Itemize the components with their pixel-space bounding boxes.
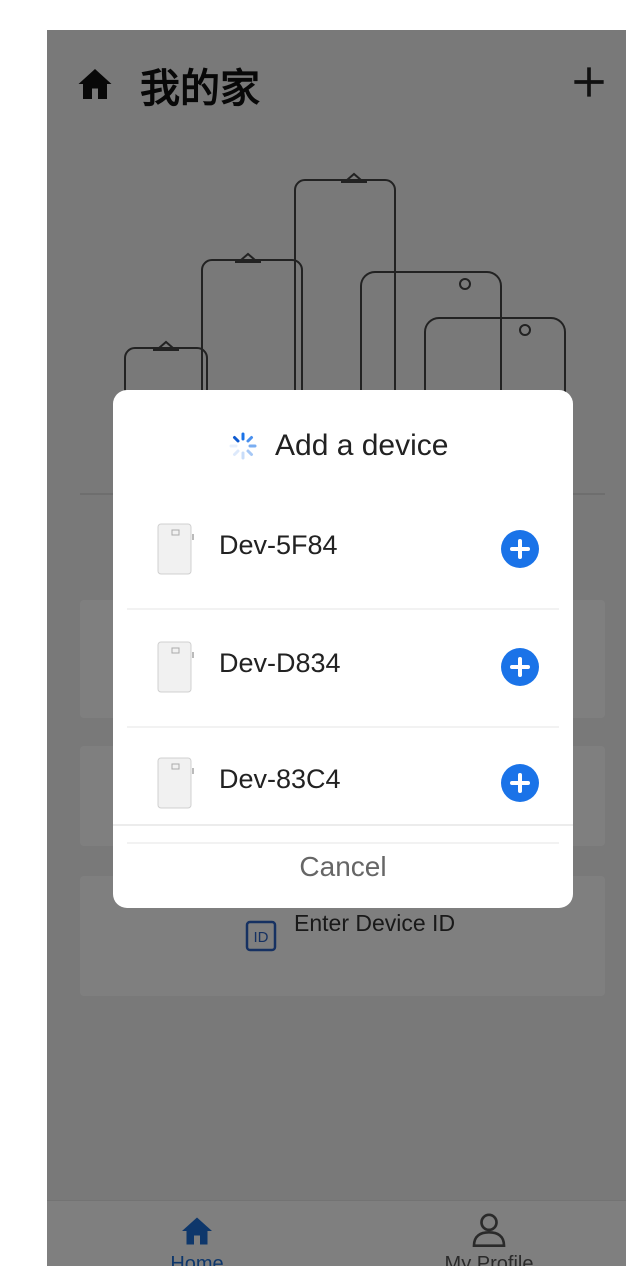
add-device-button[interactable] <box>501 530 539 568</box>
loading-spinner-icon <box>229 432 257 460</box>
device-thumbnail <box>157 757 194 809</box>
dialog-title: Add a device <box>275 429 449 462</box>
cancel-button[interactable]: Cancel <box>113 826 573 908</box>
add-device-button[interactable] <box>501 648 539 686</box>
device-name: Dev-D834 <box>219 648 341 678</box>
dialog-header: Add a device <box>113 426 573 466</box>
device-name: Dev-5F84 <box>219 530 338 560</box>
device-row[interactable]: Dev-5F84 <box>127 492 559 610</box>
device-thumbnail <box>157 641 194 693</box>
device-thumbnail <box>157 523 194 575</box>
add-device-dialog: Add a device Dev-5F84 Dev-D834 Dev-83C4 … <box>113 390 573 908</box>
add-device-button[interactable] <box>501 764 539 802</box>
device-name: Dev-83C4 <box>219 764 341 794</box>
device-row[interactable]: Dev-D834 <box>127 610 559 728</box>
